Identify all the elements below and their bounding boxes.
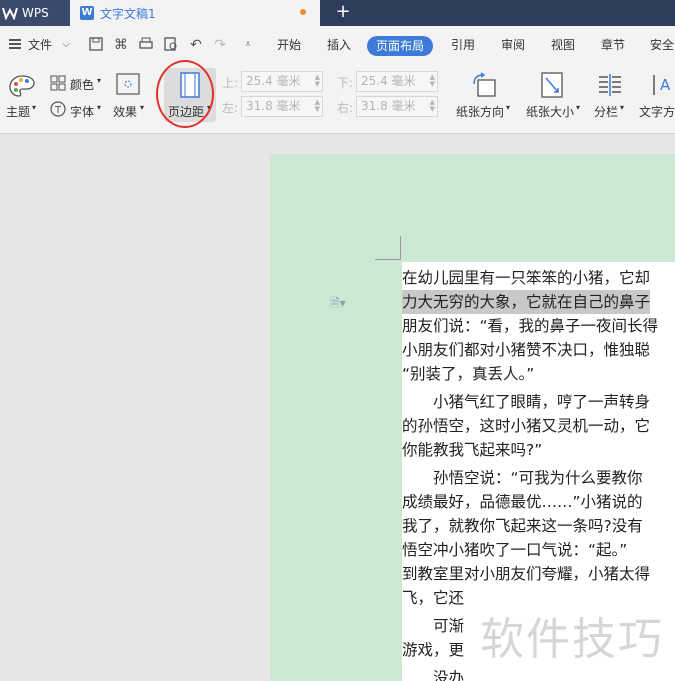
title-bar: WPS W 文字文稿1 + [0,0,675,26]
columns-dropdown-icon[interactable]: ▾ [620,103,624,112]
text-line: 游戏，更 [402,641,465,659]
bottom-margin-label: 下: [337,76,354,90]
spinner-arrows-icon[interactable]: ▲ ▼ [315,99,320,113]
selected-text-line: 力大无穷的大象，它就在自己的鼻子 [402,290,651,314]
text-direction-icon[interactable]: A [651,73,675,97]
text-line: 小朋友们都对小猪赞不决口，惟独聪 [402,341,651,359]
left-margin-label: 左: [222,101,239,115]
font-label[interactable]: 字体 [70,103,94,120]
wps-logo-icon [2,7,18,20]
file-menu[interactable]: 文件 [28,26,52,64]
wps-home-tab[interactable]: WPS [0,0,70,26]
writer-doc-icon: W [80,6,94,20]
margin-corner-marker [375,236,401,260]
left-margin-value: 31.8 毫米 [246,99,301,113]
columns-label[interactable]: 分栏 [594,103,618,120]
color-scheme-icon[interactable] [50,75,66,91]
print-icon[interactable] [138,37,154,53]
svg-text:A: A [660,76,671,94]
tab-view[interactable]: 视图 [551,26,575,64]
text-line: 我了，就教你飞起来这一条吗?没有 [402,517,643,535]
font-dropdown-icon[interactable]: ▾ [97,103,101,112]
theme-dropdown-icon[interactable]: ▾ [32,103,36,112]
right-margin-input[interactable]: 31.8 毫米 ▲ ▼ [356,96,438,117]
theme-palette-icon[interactable] [8,74,36,98]
document-tab[interactable]: W 文字文稿1 [70,0,320,26]
print-preview-icon[interactable] [163,37,179,53]
text-line: 的孙悟空，这时小猪又灵机一动，它 [402,417,651,435]
tab-review[interactable]: 审阅 [501,26,525,64]
tab-start[interactable]: 开始 [277,26,301,64]
spinner-arrows-icon[interactable]: ▲ ▼ [315,74,320,88]
save-icon[interactable] [88,37,104,53]
text-line: 你能教我飞起来吗?” [402,441,543,459]
text-line: 成绩最好，品德最优……”小猪说的 [402,493,643,511]
text-line: 小猪气红了眼睛，哼了一声转身 [402,393,651,411]
text-direction-label[interactable]: 文字方 [639,103,675,120]
text-line: “别装了，真丢人。” [402,365,535,383]
effects-dropdown-icon[interactable]: ▾ [140,103,144,112]
new-tab-button[interactable]: + [330,0,356,26]
svg-text:T: T [54,105,62,116]
text-line: 飞，它还 [402,589,465,607]
text-line: 在幼儿园里有一只笨笨的小猪，它却 [402,269,651,287]
document-tab-title: 文字文稿1 [100,6,156,21]
annotation-circle [156,60,214,128]
left-margin-input[interactable]: 31.8 毫米 ▲ ▼ [241,96,323,117]
paper-size-icon[interactable] [541,72,563,98]
top-margin-value: 25.4 毫米 [246,74,301,88]
file-dropdown-icon[interactable]: ⌵ [58,37,74,53]
tab-insert[interactable]: 插入 [327,26,351,64]
effects-icon[interactable] [116,73,140,95]
spinner-arrows-icon[interactable]: ▲ ▼ [430,99,435,113]
orientation-label[interactable]: 纸张方向 [456,103,504,120]
color-dropdown-icon[interactable]: ▾ [97,76,101,85]
undo-icon[interactable]: ↶ [188,37,204,53]
color-label[interactable]: 颜色 [70,76,94,93]
orientation-icon[interactable] [471,72,497,98]
tab-security[interactable]: 安全 [650,26,674,64]
top-margin-input[interactable]: 25.4 毫米 ▲ ▼ [241,71,323,92]
text-line: 可渐 [402,617,465,635]
bottom-margin-input[interactable]: 25.4 毫米 ▲ ▼ [356,71,438,92]
tab-page-layout[interactable]: 页面布局 [367,36,433,56]
text-line: 朋友们说：“看，我的鼻子一夜间长得 [402,317,659,335]
theme-label[interactable]: 主题 [6,103,30,120]
text-line: 悟空冲小猪吹了一口气说：“起。” [402,541,628,559]
paper-size-label[interactable]: 纸张大小 [526,103,574,120]
unsaved-indicator [300,9,306,15]
watermark: 软件技巧 [480,614,664,665]
hamburger-menu-icon[interactable] [9,39,21,49]
bottom-margin-value: 25.4 毫米 [361,74,416,88]
paper-size-dropdown-icon[interactable]: ▾ [576,103,580,112]
tab-chapter[interactable]: 章节 [601,26,625,64]
text-line: 没办 [402,669,465,681]
font-scheme-icon[interactable]: T [50,101,66,117]
tab-references[interactable]: 引用 [451,26,475,64]
quick-access-dropdown-icon[interactable]: ⩡ [240,37,256,53]
columns-icon[interactable] [597,73,623,97]
spinner-arrows-icon[interactable]: ▲ ▼ [430,74,435,88]
top-margin-label: 上: [222,76,239,90]
right-margin-label: 右: [337,101,354,115]
format-painter-icon[interactable]: ⌘ [113,37,129,53]
text-line: 到教室里对小朋友们夸耀，小猪太得 [402,565,651,583]
paragraph-menu-icon[interactable]: 🗎▾ [330,294,346,315]
menu-bar: 文件 ⌵ ⌘ ↶ ↷ ⩡ 开始 插入 页面布局 引用 审阅 视图 章节 安全 [0,26,675,64]
app-name: WPS [22,6,49,20]
effects-label[interactable]: 效果 [113,103,137,120]
redo-icon[interactable]: ↷ [212,37,228,53]
orientation-dropdown-icon[interactable]: ▾ [506,103,510,112]
right-margin-value: 31.8 毫米 [361,99,416,113]
text-line: 孙悟空说：“可我为什么要教你 [402,469,643,487]
